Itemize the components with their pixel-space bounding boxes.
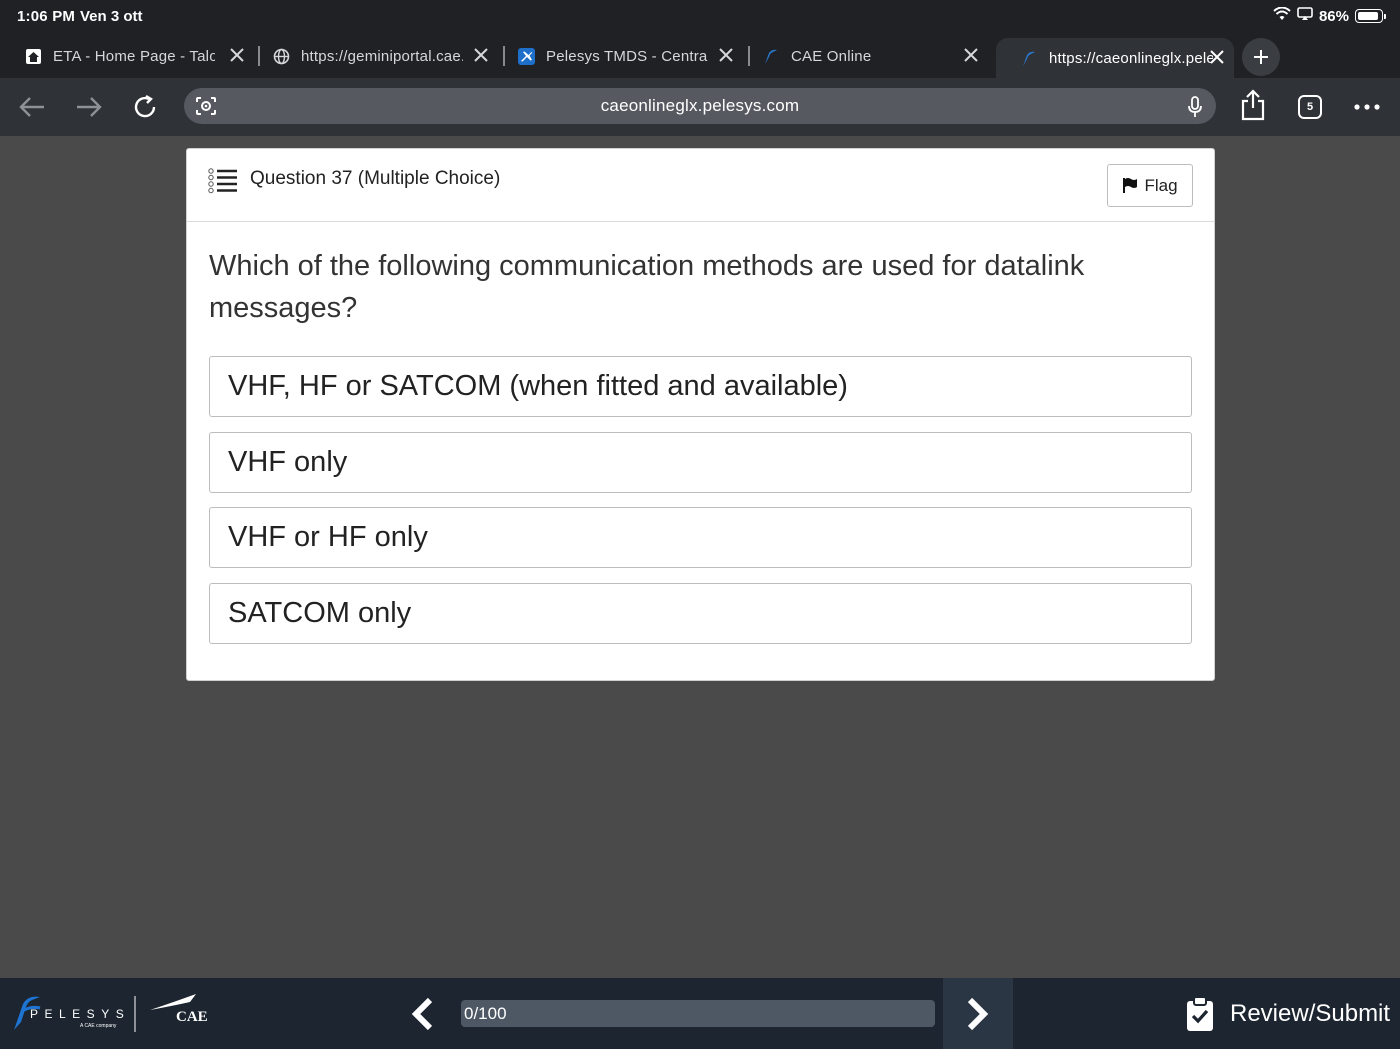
- question-card: Question 37 (Multiple Choice) Flag Which…: [186, 148, 1215, 681]
- exam-footer: PELESYS A CAE company CAE 0/100 Review/S…: [0, 978, 1400, 1049]
- status-bar: 1:06 PM Ven 3 ott 86%: [0, 0, 1400, 34]
- url-text: caeonlineglx.pelesys.com: [600, 96, 800, 115]
- arrow-right-icon: [77, 97, 102, 117]
- tab-title: ETA - Home Page - Talon: [53, 47, 215, 65]
- close-icon[interactable]: [1208, 48, 1226, 66]
- answer-option-a[interactable]: VHF, HF or SATCOM (when fitted and avail…: [209, 356, 1192, 417]
- chevron-left-icon: [411, 997, 433, 1031]
- tab-count: 5: [1298, 95, 1322, 119]
- close-icon[interactable]: [962, 46, 980, 64]
- answer-option-c[interactable]: VHF or HF only: [209, 507, 1192, 568]
- globe-icon: [272, 47, 290, 65]
- pelesys-icon: [1020, 49, 1038, 67]
- flag-label: Flag: [1144, 175, 1178, 195]
- pelesys-icon: [762, 47, 780, 65]
- brand-cae: CAE: [176, 1009, 208, 1025]
- status-indicators: 86%: [1273, 6, 1386, 25]
- answer-option-b[interactable]: VHF only: [209, 432, 1192, 493]
- tab-caeonlineglx[interactable]: https://caeonlineglx.pelesys.com: [996, 38, 1234, 78]
- battery-percent: 86%: [1318, 7, 1349, 25]
- close-icon[interactable]: [717, 46, 735, 64]
- microphone-icon[interactable]: [1188, 96, 1202, 123]
- wifi-icon: [1273, 6, 1291, 25]
- share-button[interactable]: [1236, 88, 1270, 122]
- tab-eta-home[interactable]: ETA - Home Page - Talon: [0, 38, 258, 74]
- tab-cae-online[interactable]: CAE Online: [738, 38, 990, 74]
- brand-tagline: A CAE company: [80, 1023, 117, 1029]
- review-submit-label: Review/Submit: [1230, 1000, 1391, 1027]
- reload-button[interactable]: [128, 90, 162, 124]
- tab-title: CAE Online: [791, 47, 872, 65]
- tab-pelesys-tmds[interactable]: Pelesys TMDS - Central: [493, 38, 748, 74]
- answer-option-label: VHF only: [228, 446, 348, 478]
- progress-text: 0/100: [464, 1004, 507, 1023]
- question-list-icon[interactable]: [208, 168, 238, 194]
- answer-option-label: VHF, HF or SATCOM (when fitted and avail…: [228, 370, 848, 402]
- pelesys-cae-logo: PELESYS A CAE company CAE: [14, 994, 208, 1032]
- browser-toolbar: caeonlineglx.pelesys.com 5: [0, 78, 1400, 136]
- back-button[interactable]: [15, 90, 49, 124]
- status-date: Ven 3 ott: [80, 8, 143, 25]
- tab-overview-button[interactable]: 5: [1293, 90, 1327, 124]
- plane-icon: [517, 47, 535, 65]
- reload-icon: [134, 94, 156, 118]
- tab-title: https://caeonlineglx.pelesys.com: [1049, 49, 1213, 67]
- brand-logos: PELESYS A CAE company CAE: [14, 994, 214, 1036]
- address-bar[interactable]: caeonlineglx.pelesys.com: [184, 88, 1216, 124]
- brand-pelesys: PELESYS: [30, 1007, 130, 1021]
- forward-button[interactable]: [72, 90, 106, 124]
- arrow-left-icon: [19, 97, 44, 117]
- progress-bar: 0/100: [461, 1000, 935, 1027]
- answer-option-label: SATCOM only: [228, 597, 412, 629]
- next-question-button[interactable]: [943, 978, 1013, 1049]
- answer-option-d[interactable]: SATCOM only: [209, 583, 1192, 644]
- tab-title: https://geminiportal.cae.com: [301, 47, 463, 65]
- share-icon: [1241, 89, 1265, 121]
- tab-title: Pelesys TMDS - Central: [546, 47, 708, 65]
- previous-question-button[interactable]: [404, 992, 440, 1036]
- tab-bar: ETA - Home Page - Talon https://geminipo…: [0, 34, 1400, 78]
- question-text: Which of the following communication met…: [209, 250, 1085, 324]
- more-button[interactable]: [1350, 90, 1384, 124]
- flag-icon: [1123, 178, 1138, 193]
- flag-button[interactable]: Flag: [1107, 164, 1193, 207]
- plus-icon: [1254, 50, 1268, 64]
- tab-geminiportal[interactable]: https://geminiportal.cae.com: [248, 38, 503, 74]
- clipboard-check-icon: [1187, 996, 1213, 1031]
- review-submit-button[interactable]: Review/Submit: [1186, 994, 1390, 1034]
- close-icon[interactable]: [228, 46, 246, 64]
- ellipsis-icon: [1354, 104, 1380, 110]
- question-header: Question 37 (Multiple Choice) Flag: [187, 149, 1214, 222]
- home-icon: [24, 47, 42, 65]
- screen-mirroring-icon: [1297, 7, 1313, 25]
- chevron-right-icon: [967, 997, 989, 1030]
- new-tab-button[interactable]: [1242, 38, 1280, 76]
- status-time: 1:06 PM: [17, 8, 76, 25]
- answer-option-label: VHF or HF only: [228, 521, 428, 553]
- battery-icon: [1355, 9, 1383, 23]
- question-title: Question 37 (Multiple Choice): [250, 168, 501, 189]
- close-icon[interactable]: [472, 46, 490, 64]
